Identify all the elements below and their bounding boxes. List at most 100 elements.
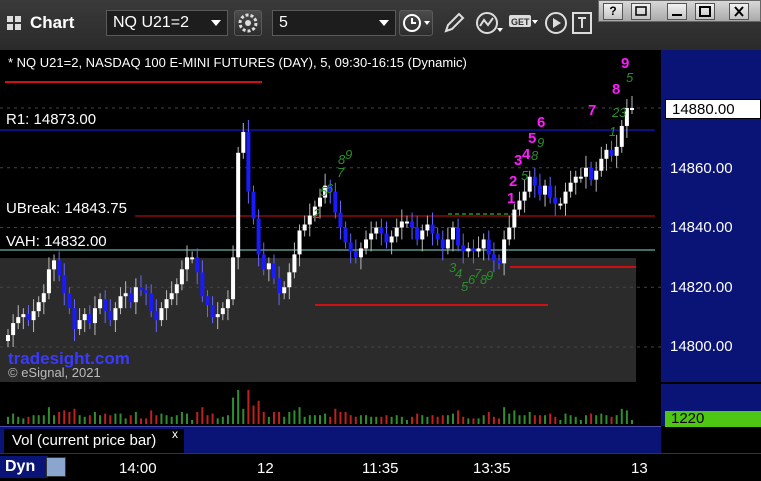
volume-bar xyxy=(370,416,373,424)
volume-bar xyxy=(605,415,608,424)
volume-bar xyxy=(472,418,475,424)
settings-small-icon[interactable] xyxy=(46,457,66,477)
volume-study-label[interactable]: Vol (current price bar) xyxy=(4,429,184,453)
volume-bar xyxy=(334,408,337,424)
volume-bar xyxy=(354,416,357,424)
volume-bar xyxy=(150,410,153,424)
volume-bar xyxy=(451,413,454,424)
price-bar xyxy=(52,260,57,270)
volume-bar xyxy=(380,416,383,424)
time-tick: 14:00 xyxy=(119,460,157,477)
volume-bar xyxy=(431,415,434,424)
get-data-icon[interactable]: GET xyxy=(508,10,538,36)
price-bar xyxy=(133,287,138,303)
price-bar xyxy=(394,227,399,237)
time-tick: 13:35 xyxy=(473,460,511,477)
volume-bar xyxy=(7,416,9,424)
last-price-marker: 14880.00 xyxy=(665,99,761,119)
volume-bar xyxy=(247,390,250,424)
count-green: 7 xyxy=(337,165,345,180)
studies-icon[interactable] xyxy=(474,10,504,36)
price-bar xyxy=(174,284,179,294)
price-bar xyxy=(420,230,425,240)
price-bar xyxy=(399,221,404,228)
maximize-button[interactable] xyxy=(695,3,715,20)
price-tick: 14840.00 xyxy=(670,219,733,236)
volume-bar xyxy=(554,416,557,424)
price-bar xyxy=(159,308,164,321)
price-bar xyxy=(236,152,241,258)
volume-bar xyxy=(569,415,572,424)
volume-bar xyxy=(590,413,593,424)
count-8: 8 xyxy=(612,81,621,98)
volume-bar xyxy=(196,412,199,424)
volume-close-button[interactable]: x xyxy=(172,427,178,441)
price-bar xyxy=(604,149,609,159)
price-bar xyxy=(271,263,276,279)
volume-bar xyxy=(201,407,204,424)
volume-bar xyxy=(385,415,388,424)
count-4: 4 xyxy=(522,146,531,163)
volume-bar xyxy=(436,416,439,424)
window-controls: ? xyxy=(598,0,761,22)
volume-bar xyxy=(68,412,71,424)
help-button[interactable]: ? xyxy=(603,3,623,20)
minimize-button[interactable] xyxy=(667,3,687,20)
time-tick: 11:35 xyxy=(362,460,399,477)
price-bar xyxy=(241,131,246,153)
volume-bar xyxy=(395,415,398,424)
chart-header: * NQ U21=2, NASDAQ 100 E-MINI FUTURES (D… xyxy=(8,55,467,70)
price-bar xyxy=(215,314,220,318)
link-icon[interactable] xyxy=(570,10,596,36)
volume-bar xyxy=(262,412,265,424)
pencil-icon[interactable] xyxy=(441,10,467,36)
volume-bar xyxy=(278,412,281,424)
chevron-down-icon[interactable] xyxy=(379,20,389,26)
price-bar xyxy=(266,263,271,270)
time-button[interactable] xyxy=(399,10,433,36)
price-bar xyxy=(440,239,445,249)
volume-bar xyxy=(615,415,618,424)
volume-bar xyxy=(211,413,214,424)
symbol-input[interactable]: NQ U21=2 xyxy=(106,10,228,36)
restore-button[interactable] xyxy=(631,3,651,20)
price-bar xyxy=(92,308,97,324)
volume-bar xyxy=(293,410,296,424)
volume-bar xyxy=(12,413,15,424)
price-bar xyxy=(364,239,369,249)
price-bar xyxy=(297,230,302,255)
price-bar xyxy=(46,269,51,294)
volume-bar xyxy=(538,415,541,424)
volume-bar xyxy=(620,408,623,424)
price-bar xyxy=(256,218,261,255)
volume-bar xyxy=(329,416,332,424)
volume-bar xyxy=(42,415,45,424)
volume-bar xyxy=(83,416,86,424)
settings-button[interactable] xyxy=(234,10,262,36)
price-bar xyxy=(522,191,527,201)
price-bar xyxy=(307,215,312,225)
volume-bar xyxy=(104,413,107,424)
dynamic-button[interactable]: Dyn xyxy=(0,456,48,478)
volume-bar xyxy=(359,415,362,424)
interval-select[interactable]: 5 xyxy=(272,10,396,36)
volume-bar xyxy=(533,415,536,424)
volume-bar xyxy=(180,412,183,424)
count-green: 1 xyxy=(609,124,617,139)
volume-bar xyxy=(400,416,403,424)
price-bar xyxy=(118,296,123,309)
price-bar xyxy=(609,149,614,156)
price-bar xyxy=(630,108,634,110)
volume-bar xyxy=(272,412,275,424)
volume-bar xyxy=(411,416,414,424)
chevron-down-icon[interactable] xyxy=(211,20,221,26)
volume-panel[interactable] xyxy=(0,384,661,426)
price-bar xyxy=(149,293,154,312)
volume-bar xyxy=(508,413,511,424)
volume-bar xyxy=(426,416,429,424)
play-icon[interactable] xyxy=(543,10,569,36)
price-bar xyxy=(619,125,624,147)
close-button[interactable] xyxy=(729,3,749,20)
price-bar xyxy=(410,221,415,228)
volume-bar xyxy=(242,408,245,424)
